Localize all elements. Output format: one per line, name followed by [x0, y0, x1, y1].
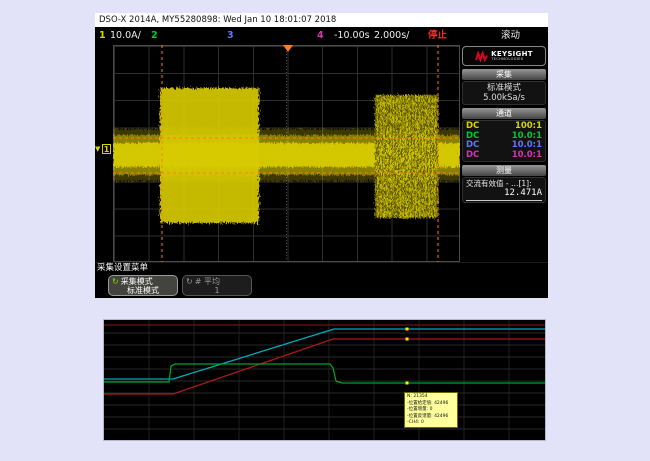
ch4-coupling: DC — [466, 151, 479, 161]
scope-side-panel: KEYSIGHT TECHNOLOGIES 采集 标准模式 5.00kSa/s … — [460, 45, 548, 262]
channel-1-ground-marker: ▼ 1 — [95, 143, 113, 157]
measure-section-header: 测量 — [462, 165, 546, 176]
timebase-readout: 2.000s/ — [374, 27, 409, 45]
channel-row-4: DC 10.0:1 — [466, 151, 542, 161]
rotary-knob-icon: ↻ — [186, 278, 193, 286]
acq-indicator: 滚动 — [501, 27, 520, 45]
channel-1-indicator: 1 — [99, 27, 106, 45]
channel-2-indicator: 2 — [151, 27, 158, 45]
channel-3-indicator: 3 — [227, 27, 234, 45]
page-canvas: DSO-X 2014A, MY55280898: Wed Jan 10 18:0… — [0, 0, 650, 461]
average-count-softkey-button[interactable]: ↻ # 平均 1 — [182, 275, 252, 296]
brand-subtitle: TECHNOLOGIES — [491, 58, 533, 62]
channel-1-scale: 10.0A/ — [110, 27, 141, 45]
scope-waveform-svg — [113, 45, 460, 262]
oscilloscope-screenshot: DSO-X 2014A, MY55280898: Wed Jan 10 18:0… — [95, 13, 548, 298]
channel-4-indicator: 4 — [317, 27, 324, 45]
acquire-section: 标准模式 5.00kSa/s — [462, 81, 546, 105]
acquire-mode: 标准模式 — [466, 83, 542, 93]
channels-section: DC 100:1 DC 10.0:1 DC 10.0:1 DC 10.0:1 — [462, 120, 546, 162]
measurement-value: 12.471A — [466, 188, 542, 201]
delay-readout: -10.00s — [334, 27, 370, 45]
keysight-logo: KEYSIGHT TECHNOLOGIES — [462, 46, 546, 66]
scope-title-bar: DSO-X 2014A, MY55280898: Wed Jan 10 18:0… — [95, 13, 548, 27]
acq-mode-softkey-value: 标准模式 — [112, 286, 174, 295]
measurement-label: 交流有效值 - …[1]: — [466, 179, 542, 188]
acquire-section-header: 采集 — [462, 69, 546, 80]
scope-status-bar: 1 10.0A/ 2 3 4 -10.00s 2.000s/ 停止 滚动 — [95, 27, 548, 45]
run-state-badge: 停止 — [428, 27, 447, 45]
acq-mode-softkey-label: 采集模式 — [121, 277, 153, 286]
ground-arrow-icon: ▼ — [95, 145, 100, 153]
average-softkey-value: 1 — [186, 286, 248, 295]
ch4-probe: 10.0:1 — [512, 151, 542, 161]
rotary-knob-icon: ↻ — [112, 278, 119, 286]
acq-mode-softkey-button[interactable]: ↻ 采集模式 标准模式 — [108, 275, 178, 296]
softkey-menu: 采集设置菜单 ↻ 采集模式 标准模式 ↻ # 平均 1 — [95, 262, 548, 298]
keysight-spark-icon — [475, 51, 488, 62]
softkey-menu-title: 采集设置菜单 — [97, 263, 548, 274]
average-softkey-label: # 平均 — [195, 277, 220, 286]
measure-section: 交流有效值 - …[1]: 12.471A — [462, 177, 546, 203]
waveform-display: ▼ 1 — [95, 45, 460, 262]
channel-1-marker-label: 1 — [102, 144, 111, 154]
channels-section-header: 通道 — [462, 108, 546, 119]
chart-tooltip: N: 21354-位置给定值: 42496-位置增量: 0-位置反馈量: 424… — [404, 392, 458, 428]
scope-main-area: ▼ 1 KEYSIGHT TECHNOLOGIES 采集 标准模式 — [95, 45, 548, 262]
sample-rate: 5.00kSa/s — [466, 93, 542, 103]
plc-chart-svg — [104, 320, 545, 440]
plc-trace-chart: N: 21354-位置给定值: 42496-位置增量: 0-位置反馈量: 424… — [103, 319, 546, 441]
